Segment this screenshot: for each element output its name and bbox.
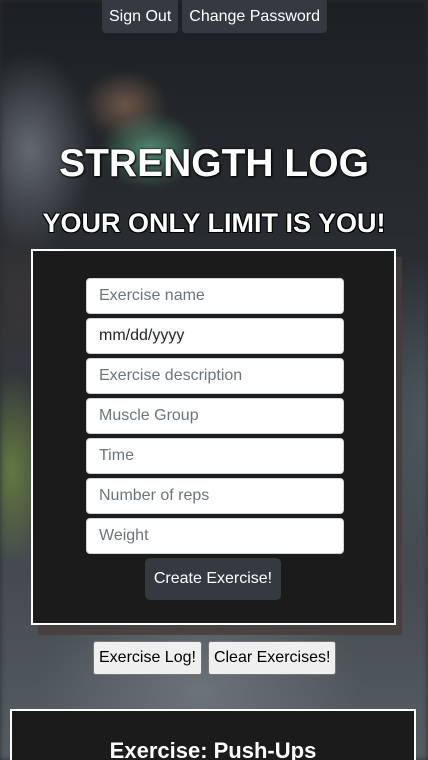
tagline: YOUR ONLY LIMIT IS YOU!: [42, 208, 386, 238]
sign-out-button[interactable]: Sign Out: [102, 0, 179, 33]
exercise-card-title: Exercise: Push-Ups: [109, 738, 317, 760]
time-input[interactable]: Time: [86, 438, 344, 474]
create-exercise-form: Exercise name mm/dd/yyyy Exercise descri…: [31, 249, 396, 625]
exercise-log-button[interactable]: Exercise Log!: [93, 641, 202, 675]
exercise-name-input[interactable]: Exercise name: [86, 278, 344, 314]
page-title: STRENGTH LOG: [59, 142, 369, 185]
top-nav: Sign Out Change Password: [102, 0, 328, 33]
change-password-button[interactable]: Change Password: [182, 0, 328, 33]
reps-input[interactable]: Number of reps: [86, 478, 344, 514]
muscle-group-input[interactable]: Muscle Group: [86, 398, 344, 434]
weight-input[interactable]: Weight: [86, 518, 344, 554]
exercise-card: Exercise: Push-Ups: [10, 709, 416, 760]
clear-exercises-button[interactable]: Clear Exercises!: [207, 641, 337, 675]
create-exercise-button[interactable]: Create Exercise!: [145, 558, 281, 600]
exercise-date-input[interactable]: mm/dd/yyyy: [86, 318, 344, 354]
exercise-description-input[interactable]: Exercise description: [86, 358, 344, 394]
log-actions: Exercise Log! Clear Exercises!: [93, 641, 337, 675]
